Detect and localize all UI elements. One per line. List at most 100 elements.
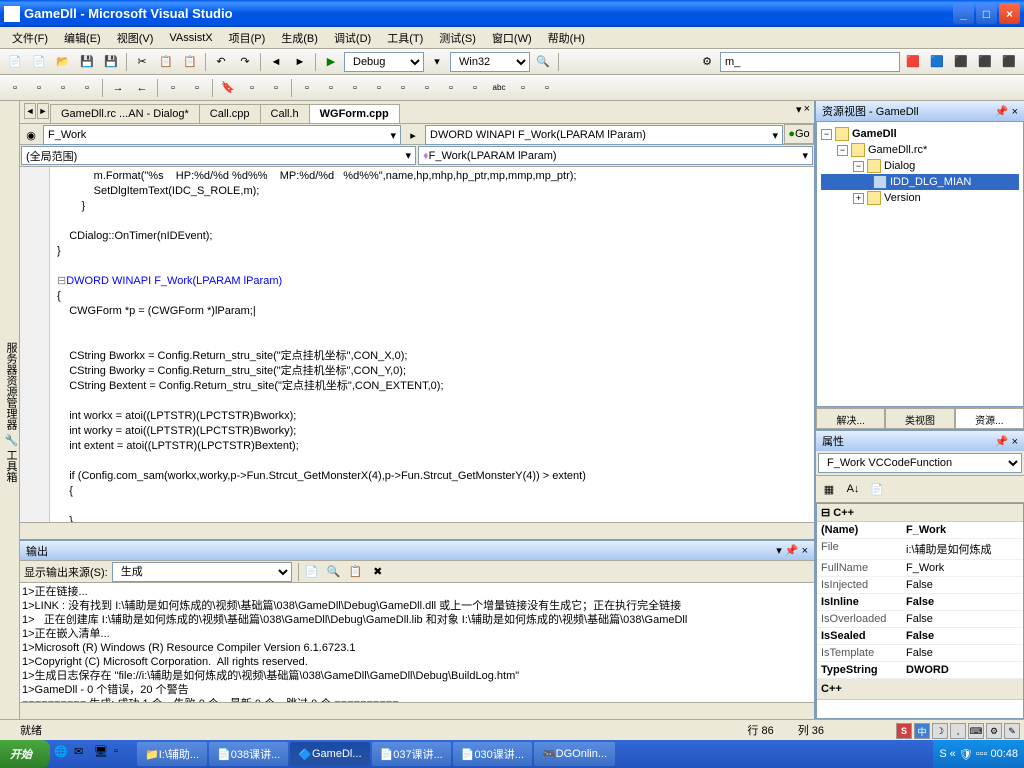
output-close-icon[interactable]: × <box>802 545 808 557</box>
task-1[interactable]: 📄038课讲... <box>209 742 288 766</box>
t2-1[interactable]: ▫ <box>4 77 26 99</box>
open-icon[interactable]: 📂 <box>52 51 74 73</box>
va-icon3[interactable]: ⬛ <box>950 51 972 73</box>
nav-back-icon[interactable]: ◄ <box>265 51 287 73</box>
t2-comment[interactable]: ▫ <box>162 77 184 99</box>
t2-abc[interactable]: abc <box>488 77 510 99</box>
tree-rc[interactable]: GameDll.rc* <box>868 144 927 156</box>
prop-row[interactable]: IsTemplateFalse <box>817 645 1023 662</box>
save-icon[interactable]: 💾 <box>76 51 98 73</box>
ime-cn-icon[interactable]: 中 <box>914 723 930 739</box>
go-button[interactable]: ●Go <box>784 124 814 144</box>
out-btn1[interactable]: 📄 <box>301 561 323 583</box>
ime-skin-icon[interactable]: ✎ <box>1004 723 1020 739</box>
va-icon4[interactable]: ⬛ <box>974 51 996 73</box>
ime-punct-icon[interactable]: , <box>950 723 966 739</box>
t2-g[interactable]: ▫ <box>440 77 462 99</box>
out-btn2[interactable]: 🔍 <box>323 561 345 583</box>
props-pin-icon[interactable]: 📌 <box>995 436 1009 448</box>
task-0[interactable]: 📁I:\辅助... <box>137 742 207 766</box>
save-all-icon[interactable]: 💾 <box>100 51 122 73</box>
new-file-icon[interactable]: 📄 <box>28 51 50 73</box>
method-combo[interactable]: ♦F_Work(LPARAM lParam)▾ <box>418 146 813 165</box>
tray-multi[interactable]: ▫▫▫ <box>976 748 988 760</box>
tray-s-icon[interactable]: S <box>939 748 946 760</box>
ql-desktop-icon[interactable]: 🖥 <box>94 745 112 763</box>
output-hscroll[interactable] <box>20 702 814 719</box>
va-icon1[interactable]: 🟥 <box>902 51 924 73</box>
tree-root[interactable]: GameDll <box>852 128 897 140</box>
tree-toggle[interactable]: − <box>853 161 864 172</box>
tab-next-icon[interactable]: ► <box>37 103 49 119</box>
va-icon5[interactable]: ⬛ <box>998 51 1020 73</box>
t2-j[interactable]: ▫ <box>536 77 558 99</box>
editor-gutter[interactable] <box>20 167 50 522</box>
start-button[interactable]: 开始 <box>0 740 50 768</box>
t2-d[interactable]: ▫ <box>368 77 390 99</box>
code-content[interactable]: m.Format("%s HP:%d/%d %d%% MP:%d/%d %d%%… <box>55 167 814 522</box>
member-combo[interactable]: DWORD WINAPI F_Work(LPARAM lParam)▾ <box>425 125 783 145</box>
new-project-icon[interactable]: 📄 <box>4 51 26 73</box>
t2-f[interactable]: ▫ <box>416 77 438 99</box>
task-4[interactable]: 📄030课讲... <box>453 742 532 766</box>
ime-moon-icon[interactable]: ☽ <box>932 723 948 739</box>
output-source-combo[interactable]: 生成 <box>112 562 292 582</box>
t2-uncomment[interactable]: ▫ <box>186 77 208 99</box>
menu-debug[interactable]: 调试(D) <box>326 28 379 48</box>
prop-row[interactable]: IsSealedFalse <box>817 628 1023 645</box>
t2-bookmark[interactable]: 🔖 <box>217 77 239 99</box>
output-pin-icon[interactable]: 📌 <box>785 545 799 557</box>
ime-kb-icon[interactable]: ⌨ <box>968 723 984 739</box>
tree-dialog[interactable]: Dialog <box>884 160 915 172</box>
rtab-classview[interactable]: 类视图 <box>885 408 954 429</box>
t2-4[interactable]: ▫ <box>76 77 98 99</box>
t2-bmnext[interactable]: ▫ <box>241 77 263 99</box>
resview-pin-icon[interactable]: 📌 <box>995 106 1009 118</box>
menu-build[interactable]: 生成(B) <box>273 28 326 48</box>
redo-icon[interactable]: ↷ <box>234 51 256 73</box>
props-cat-icon[interactable]: ▦ <box>818 478 840 500</box>
task-3[interactable]: 📄037课讲... <box>372 742 451 766</box>
t2-3[interactable]: ▫ <box>52 77 74 99</box>
t2-bmprev[interactable]: ▫ <box>265 77 287 99</box>
t2-e[interactable]: ▫ <box>392 77 414 99</box>
menu-tools[interactable]: 工具(T) <box>379 28 431 48</box>
prop-row[interactable]: IsInlineFalse <box>817 594 1023 611</box>
cut-icon[interactable]: ✂ <box>131 51 153 73</box>
prop-row[interactable]: IsInjectedFalse <box>817 577 1023 594</box>
tray-arrow-icon[interactable]: « <box>950 748 956 760</box>
props-az-icon[interactable]: A↓ <box>842 478 864 500</box>
ql-ie-icon[interactable]: 🌐 <box>54 745 72 763</box>
code-editor[interactable]: m.Format("%s HP:%d/%d %d%% MP:%d/%d %d%%… <box>20 167 814 522</box>
systray[interactable]: S « 🛡 ▫▫▫ 00:48 <box>933 740 1024 768</box>
menu-vassistx[interactable]: VAssistX <box>161 30 220 46</box>
output-text[interactable]: 1>正在链接... 1>LINK : 没有找到 I:\辅助是如何炼成的\视频\基… <box>20 583 814 702</box>
tab-2[interactable]: Call.h <box>260 104 310 123</box>
t2-c[interactable]: ▫ <box>344 77 366 99</box>
prop-row[interactable]: IsOverloadedFalse <box>817 611 1023 628</box>
find-icon[interactable]: 🔍 <box>532 51 554 73</box>
scope-combo[interactable]: (全局范围)▾ <box>21 146 416 165</box>
prop-row[interactable]: Filei:\辅助是如何炼成 <box>817 539 1023 560</box>
platform-combo[interactable]: Win32 <box>450 52 530 72</box>
t2-a[interactable]: ▫ <box>296 77 318 99</box>
config-combo[interactable]: Debug <box>344 52 424 72</box>
t2-i[interactable]: ▫ <box>512 77 534 99</box>
menu-project[interactable]: 项目(P) <box>221 28 274 48</box>
ime-s-icon[interactable]: S <box>896 723 912 739</box>
tray-clock[interactable]: 00:48 <box>990 748 1018 760</box>
minimize-button[interactable]: _ <box>953 3 974 24</box>
maximize-button[interactable]: □ <box>976 3 997 24</box>
tree-version[interactable]: Version <box>884 192 921 204</box>
tree-toggle[interactable]: + <box>853 193 864 204</box>
menu-view[interactable]: 视图(V) <box>109 28 162 48</box>
tab-prev-icon[interactable]: ◄ <box>24 103 36 119</box>
t2-2[interactable]: ▫ <box>28 77 50 99</box>
out-btn3[interactable]: 📋 <box>345 561 367 583</box>
ql-mail-icon[interactable]: ✉ <box>74 745 92 763</box>
find-combo[interactable] <box>720 52 900 72</box>
t2-outdent[interactable]: ← <box>131 77 153 99</box>
tree-toggle[interactable]: − <box>837 145 848 156</box>
task-2[interactable]: 🔷GameDl... <box>290 742 369 766</box>
nav-fwd-icon[interactable]: ► <box>289 51 311 73</box>
